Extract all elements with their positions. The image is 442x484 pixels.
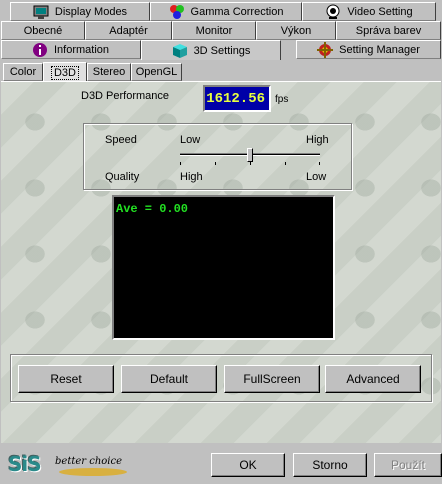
advanced-button[interactable]: Advanced — [325, 365, 421, 393]
performance-value-text: 1612.56 — [206, 90, 265, 107]
slider-tick — [250, 162, 251, 165]
tab-label: Obecné — [23, 24, 63, 37]
color-wheel-icon — [169, 4, 184, 19]
subtab-d3d[interactable]: D3D — [43, 62, 87, 82]
tab-row-1: Display Modes Gamma Correction Video Set… — [0, 2, 442, 21]
tab-obecne[interactable]: Obecné — [1, 21, 85, 40]
slogan-swoosh — [59, 468, 127, 476]
subtab-label: Color — [9, 66, 37, 78]
ok-button[interactable]: OK — [211, 453, 285, 477]
sis-logo-text: SiS — [8, 452, 42, 476]
subtab-color[interactable]: Color — [3, 63, 43, 81]
button-label: FullScreen — [243, 372, 301, 386]
tab-label: Display Modes — [54, 5, 128, 18]
tab-3d-settings[interactable]: 3D Settings — [141, 40, 281, 60]
tab-vykon[interactable]: Výkon — [256, 21, 336, 40]
tab-label: Monitor — [195, 24, 233, 37]
subtab-opengl[interactable]: OpenGL — [131, 63, 182, 81]
subtab-label: Stereo — [92, 66, 126, 78]
tab-label: Gamma Correction — [190, 5, 284, 18]
quality-low-label: Low — [306, 171, 327, 183]
default-button[interactable]: Default — [121, 365, 217, 393]
button-label: Default — [149, 372, 189, 386]
dialog-footer: SiS better choice OK Storno Použít — [0, 443, 442, 484]
tab-adapter[interactable]: Adaptér — [85, 21, 172, 40]
button-label: Použít — [390, 458, 426, 472]
tab-label: Správa barev — [355, 24, 422, 37]
speed-low-label: Low — [180, 134, 201, 146]
tab-row-3: Information 3D Settings Setting Manager — [0, 40, 442, 60]
reset-button[interactable]: Reset — [18, 365, 114, 393]
tab-label: Adaptér — [109, 24, 148, 37]
info-icon — [33, 42, 47, 57]
slogan-text: better choice — [55, 456, 123, 467]
action-button-group: Reset Default FullScreen Advanced — [10, 354, 432, 402]
speed-high-label: High — [306, 134, 329, 146]
tab-setting-manager[interactable]: Setting Manager — [296, 40, 441, 59]
tab-label: Video Setting — [347, 5, 413, 18]
slider-tick — [215, 162, 216, 165]
button-label: Storno — [312, 458, 348, 472]
slogan-logo: better choice — [55, 456, 127, 478]
quality-high-label: High — [180, 171, 203, 183]
slider-tick — [285, 162, 286, 165]
fullscreen-button[interactable]: FullScreen — [224, 365, 320, 393]
cube-icon — [172, 43, 187, 58]
tab-label: Výkon — [280, 24, 312, 37]
subtab-stereo[interactable]: Stereo — [87, 63, 131, 81]
tab-sprava-barev[interactable]: Správa barev — [336, 21, 441, 40]
performance-label: D3D Performance — [81, 90, 170, 102]
tab-label: 3D Settings — [193, 44, 251, 57]
tab-video-setting[interactable]: Video Setting — [302, 2, 436, 21]
video-icon — [326, 4, 340, 19]
tab-gamma-correction[interactable]: Gamma Correction — [150, 2, 302, 21]
tab-label: Information — [54, 43, 110, 56]
button-label: Advanced — [346, 372, 400, 386]
cancel-button[interactable]: Storno — [293, 453, 367, 477]
subtab-label: D3D — [50, 65, 80, 80]
tab-monitor[interactable]: Monitor — [172, 21, 256, 40]
apply-button[interactable]: Použít — [374, 453, 442, 477]
gear-icon — [317, 41, 334, 58]
button-label: OK — [239, 458, 257, 472]
slider-thumb[interactable] — [247, 148, 253, 162]
sis-logo: SiS — [8, 452, 48, 476]
subtab-label: OpenGL — [135, 66, 178, 78]
monitor-icon — [33, 5, 49, 19]
benchmark-display: Ave = 0.00 — [112, 195, 335, 340]
tab-display-modes[interactable]: Display Modes — [10, 2, 150, 21]
performance-unit: fps — [275, 94, 289, 105]
tab-information[interactable]: Information — [1, 40, 141, 59]
average-readout: Ave = 0.00 — [116, 202, 189, 216]
quality-label: Quality — [105, 171, 140, 183]
button-label: Reset — [50, 372, 82, 386]
slider-tick — [180, 162, 181, 165]
speed-label: Speed — [105, 134, 137, 146]
tab-label: Setting Manager — [339, 43, 420, 56]
tab-row-2: Obecné Adaptér Monitor Výkon Správa bare… — [0, 21, 442, 40]
slider-tick — [319, 162, 320, 165]
speed-quality-group: Speed Low High Quality High Low — [83, 123, 352, 190]
performance-value: 1612.56 — [203, 85, 271, 112]
